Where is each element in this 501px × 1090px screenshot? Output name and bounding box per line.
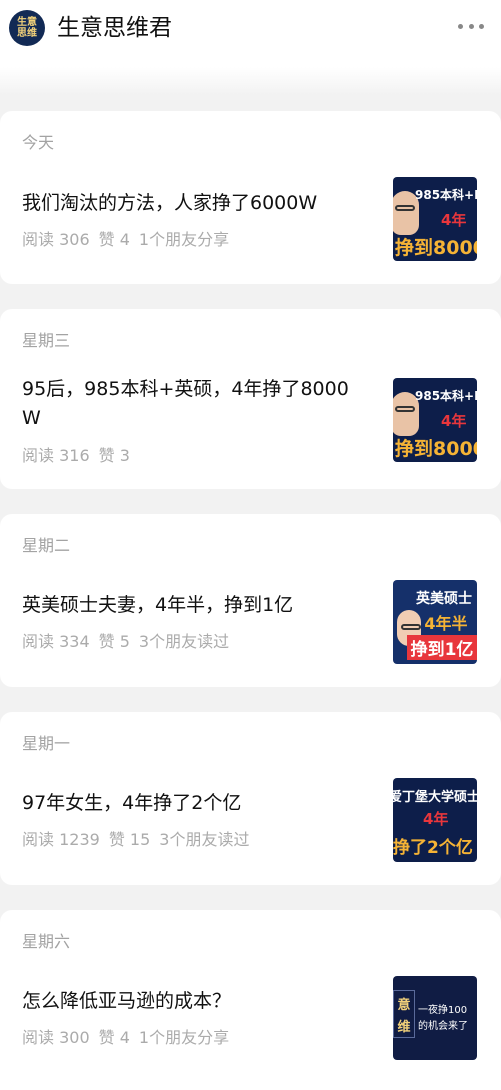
account-header: 生意 思维 生意思维君	[0, 0, 501, 95]
account-name[interactable]: 生意思维君	[57, 12, 172, 44]
article-card[interactable]: 星期二 英美硕士夫妻，4年半，挣到1亿 阅读 334 赞 5 3个朋友读过 英美硕士…	[0, 514, 501, 687]
like-count: 赞 15	[108, 830, 151, 849]
thumb-text-4: 的机会来了	[418, 1021, 468, 1032]
account-avatar[interactable]: 生意 思维	[9, 10, 45, 46]
like-count: 赞 4	[98, 1028, 130, 1047]
thumb-text-3: 挣了2个亿	[393, 838, 473, 858]
article-date: 星期一	[22, 734, 71, 753]
article-stats: 阅读 306 赞 4 1个朋友分享	[22, 226, 238, 250]
friend-activity: 1个朋友分享	[138, 1028, 230, 1047]
read-count: 阅读 300	[22, 1028, 90, 1047]
article-date: 今天	[22, 133, 55, 152]
article-date: 星期二	[22, 536, 71, 555]
thumb-text-2: 4年半	[424, 614, 468, 633]
article-card[interactable]: 今天 我们淘汰的方法，人家挣了6000W 阅读 306 赞 4 1个朋友分享 985…	[0, 111, 501, 284]
article-thumbnail[interactable]: 意 维 一夜挣100 的机会来了	[393, 976, 477, 1060]
thumb-text-1: 985本科+LS	[415, 389, 477, 403]
read-count: 阅读 316	[22, 446, 90, 465]
thumb-text-3: 挣到1亿	[407, 635, 477, 660]
article-thumbnail[interactable]: 英美硕士 4年半 挣到1亿	[393, 580, 477, 664]
article-stats: 阅读 316 赞 3	[22, 442, 148, 466]
article-title[interactable]: 95后，985本科+英硕，4年挣了8000W	[22, 375, 367, 433]
thumb-text-2: 4年	[423, 810, 449, 828]
article-thumbnail[interactable]: 爱丁堡大学硕士 4年 挣了2个亿	[393, 778, 477, 862]
read-count: 阅读 1239	[22, 830, 100, 849]
article-stats: 阅读 1239 赞 15 3个朋友读过	[22, 826, 258, 850]
article-card[interactable]: 星期一 97年女生，4年挣了2个亿 阅读 1239 赞 15 3个朋友读过 爱丁堡大…	[0, 712, 501, 885]
thumb-text-1: 英美硕士	[416, 591, 472, 607]
article-stats: 阅读 300 赞 4 1个朋友分享	[22, 1024, 238, 1048]
more-dot	[468, 24, 474, 29]
thumb-text-3: 挣到8000	[395, 438, 477, 460]
more-dot	[458, 24, 463, 29]
like-count: 赞 3	[98, 446, 130, 465]
thumb-text-2: 4年	[441, 211, 467, 229]
article-thumbnail[interactable]: 985本科+LS 4年 挣到8000	[393, 177, 477, 261]
more-dot	[479, 24, 484, 29]
article-card[interactable]: 星期六 怎么降低亚马逊的成本？ 阅读 300 赞 4 1个朋友分享 意 维 一夜挣1…	[0, 910, 501, 1090]
avatar-text-line2: 思维	[17, 28, 37, 39]
read-count: 阅读 306	[22, 230, 90, 249]
friend-activity: 1个朋友分享	[138, 230, 230, 249]
article-title[interactable]: 英美硕士夫妻，4年半，挣到1亿	[22, 591, 367, 620]
thumb-text-1: 爱丁堡大学硕士	[393, 790, 477, 805]
thumb-text-1: 985本科+LS	[415, 188, 477, 202]
read-count: 阅读 334	[22, 632, 90, 651]
thumb-text-1: 意	[397, 998, 411, 1013]
thumb-text-2: 维	[397, 1020, 411, 1035]
friend-activity: 3个朋友读过	[138, 632, 230, 651]
avatar-text-line1: 生意	[17, 17, 37, 28]
article-title[interactable]: 怎么降低亚马逊的成本？	[22, 987, 367, 1016]
article-card[interactable]: 星期三 95后，985本科+英硕，4年挣了8000W 阅读 316 赞 3 985…	[0, 309, 501, 489]
like-count: 赞 4	[98, 230, 130, 249]
thumb-text-3: 挣到8000	[395, 237, 477, 259]
article-title[interactable]: 97年女生，4年挣了2个亿	[22, 789, 367, 818]
thumb-text-3: 一夜挣100	[418, 1005, 468, 1016]
article-title[interactable]: 我们淘汰的方法，人家挣了6000W	[22, 189, 367, 218]
article-stats: 阅读 334 赞 5 3个朋友读过	[22, 628, 238, 652]
more-options-icon[interactable]	[458, 24, 484, 30]
article-date: 星期六	[22, 932, 71, 951]
friend-activity: 3个朋友读过	[159, 830, 250, 849]
article-thumbnail[interactable]: 985本科+LS 4年 挣到8000	[393, 378, 477, 462]
like-count: 赞 5	[98, 632, 130, 651]
article-date: 星期三	[22, 331, 71, 350]
thumb-text-2: 4年	[441, 412, 467, 430]
